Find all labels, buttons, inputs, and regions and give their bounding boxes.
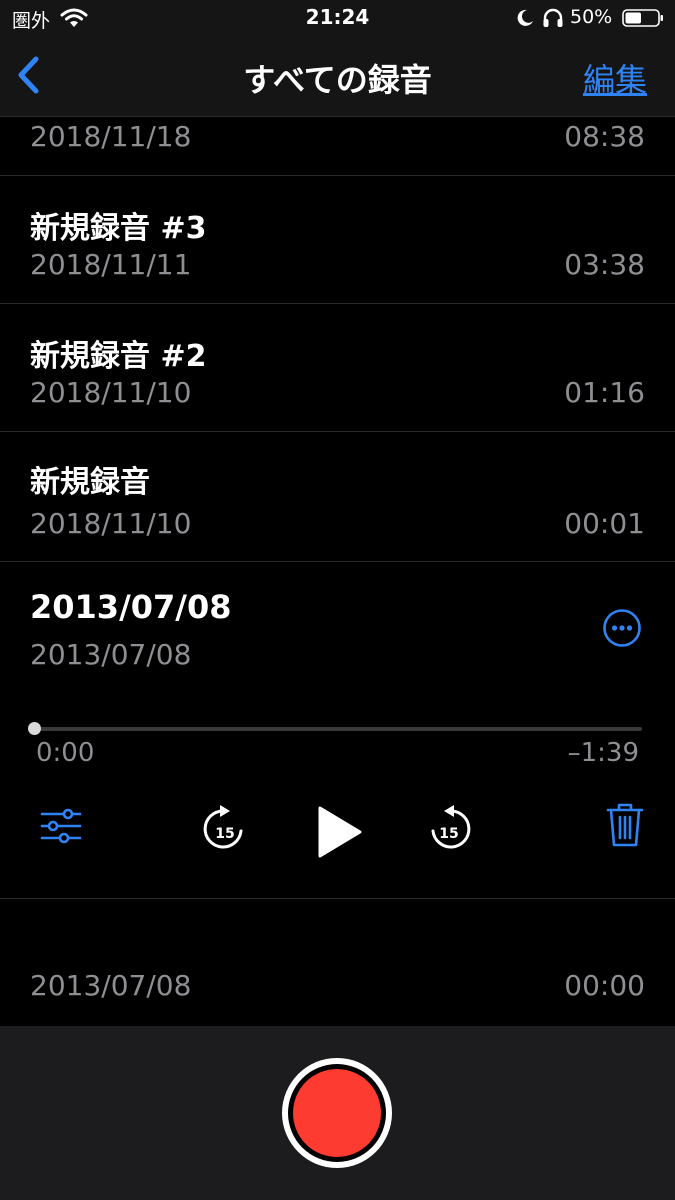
recordings-list: 2018/11/18 08:38 新規録音 #3 2018/11/11 03:3… [0, 117, 675, 1026]
recording-duration: 08:38 [564, 120, 645, 153]
expanded-recording: 2013/07/08 2013/07/08 0:00 –1:39 15 15 [0, 562, 675, 899]
recording-title: 新規録音 #3 [30, 211, 207, 246]
recording-duration: 00:01 [564, 507, 645, 540]
recording-duration: 00:00 [564, 969, 645, 1002]
trash-icon[interactable] [606, 802, 644, 848]
record-dot-icon [293, 1069, 381, 1157]
record-bar [0, 1026, 675, 1200]
equalizer-icon[interactable] [40, 806, 82, 846]
recording-item[interactable]: 2018/11/18 08:38 [0, 117, 675, 176]
playback-scrubber[interactable] [28, 722, 642, 736]
skip-forward-15-button[interactable]: 15 [426, 804, 472, 854]
recording-duration: 01:16 [564, 376, 645, 409]
skip-back-seconds: 15 [215, 826, 234, 842]
recording-duration: 03:38 [564, 248, 645, 281]
elapsed-time: 0:00 [36, 738, 95, 768]
skip-back-15-icon: 15 [203, 805, 243, 849]
recording-item[interactable]: 新規録音 #3 2018/11/11 03:38 [0, 176, 675, 304]
skip-back-15-button[interactable]: 15 [202, 804, 248, 854]
moon-icon [517, 9, 533, 26]
recording-item[interactable]: 2013/07/08 00:00 [0, 899, 675, 1026]
recording-date: 2018/11/11 [30, 248, 192, 281]
recording-title: 新規録音 [30, 465, 150, 500]
record-button-ring [288, 1064, 386, 1162]
remaining-time: –1:39 [567, 738, 639, 768]
recording-item[interactable]: 新規録音 #2 2018/11/10 01:16 [0, 304, 675, 432]
recording-date: 2013/07/08 [30, 969, 192, 1002]
play-icon[interactable] [314, 805, 364, 859]
recording-date: 2018/11/10 [30, 507, 192, 540]
more-icon[interactable] [602, 608, 642, 648]
recording-title[interactable]: 2013/07/08 [30, 588, 232, 626]
navigation-bar: すべての録音 編集 [0, 38, 675, 116]
edit-button[interactable]: 編集 [583, 55, 647, 101]
recording-date: 2018/11/18 [30, 120, 192, 153]
skip-forward-15-icon: 15 [431, 805, 471, 849]
battery-icon [622, 9, 663, 27]
record-button[interactable] [282, 1058, 392, 1168]
battery-fill [625, 12, 641, 24]
scrubber-track [30, 727, 642, 731]
skip-forward-seconds: 15 [439, 826, 458, 842]
top-bar: 圏外 21:24 50% すべての録音 編集 [0, 0, 675, 117]
page-title: すべての録音 [243, 61, 432, 99]
recording-date: 2018/11/10 [30, 376, 192, 409]
recording-title: 新規録音 #2 [30, 339, 207, 374]
scrubber-knob[interactable] [28, 722, 41, 735]
headphones-icon [543, 8, 563, 27]
battery-percent: 50% [570, 6, 613, 28]
recording-item[interactable]: 新規録音 2018/11/10 00:01 [0, 432, 675, 562]
recording-date: 2013/07/08 [30, 638, 192, 671]
status-bar: 圏外 21:24 50% [0, 0, 675, 38]
